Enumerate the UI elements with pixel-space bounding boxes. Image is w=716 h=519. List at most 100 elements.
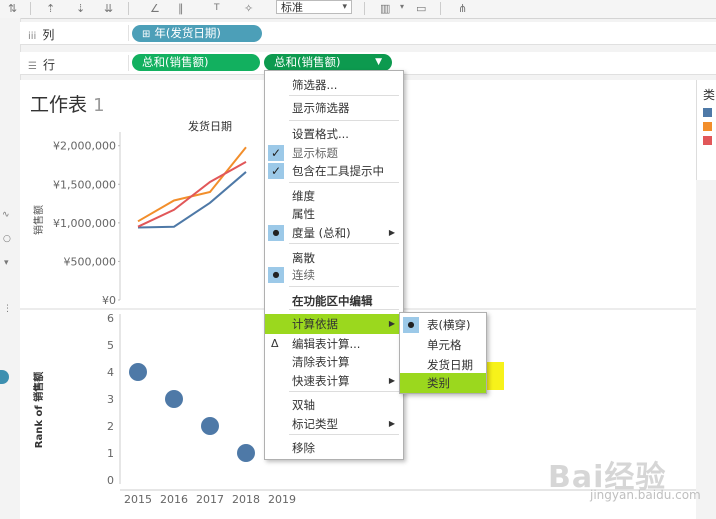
menu-item[interactable]: ● 表(横穿) xyxy=(400,315,486,335)
menu-item-label: 属性 xyxy=(292,207,315,221)
menu-item[interactable]: 维度 xyxy=(265,186,403,206)
menu-item[interactable]: 清除表计算 xyxy=(265,352,403,372)
columns-pill-label: 年(发货日期) xyxy=(154,26,221,40)
toolbar: ⇅ ⇡ ⇣ ⇊ ∠ ∥ T ✧ 标准 ▾ ▥ ▾ ▭ ⋔ xyxy=(0,0,716,19)
menu-separator xyxy=(289,95,399,96)
menu-item[interactable]: 显示筛选器 xyxy=(265,98,403,118)
menu-item-label: 移除 xyxy=(292,441,315,455)
x-tick-label: 2017 xyxy=(196,493,224,506)
chart-title: 发货日期 xyxy=(188,119,232,133)
sort-icon[interactable]: ⇊ xyxy=(104,2,113,15)
sort-desc-icon[interactable]: ⇣ xyxy=(76,2,85,15)
menu-item[interactable]: 属性 xyxy=(265,204,403,224)
columns-shelf: iii 列 ⊞ 年(发货日期) xyxy=(20,22,716,45)
columns-shelf-label: 列 xyxy=(42,28,55,42)
menu-item[interactable]: ✓ 包含在工具提示中 xyxy=(265,161,403,181)
shelf-divider xyxy=(128,55,129,71)
label-icon[interactable]: T xyxy=(214,3,220,13)
toolbar-divider xyxy=(128,2,129,15)
submenu-arrow-icon: ▶ xyxy=(388,228,395,237)
legend-swatch[interactable] xyxy=(703,108,712,117)
legend-swatch[interactable] xyxy=(703,136,712,145)
circle-icon[interactable]: ○ xyxy=(3,234,11,244)
submenu-arrow-icon: ▶ xyxy=(388,319,395,328)
series-line-1 xyxy=(137,146,247,223)
menu-item[interactable]: ● 度量 (总和) ▶ xyxy=(265,223,403,243)
dropdown-icon[interactable]: ▾ xyxy=(400,2,404,11)
menu-item-label: 单元格 xyxy=(427,338,462,352)
shelf-divider xyxy=(128,25,129,41)
menu-item-label: 表(横穿) xyxy=(427,318,471,332)
menu-item[interactable]: 移除 xyxy=(265,438,403,458)
grid-icon[interactable]: ⋮ xyxy=(3,304,12,314)
menu-item[interactable]: 设置格式... xyxy=(265,124,403,144)
rows-pill-label: 总和(销售额) xyxy=(274,55,341,69)
highlight-icon[interactable]: ∠ xyxy=(150,2,160,15)
menu-item-label: 包含在工具提示中 xyxy=(292,164,384,178)
menu-item[interactable]: ✓ 显示标题 xyxy=(265,143,403,163)
menu-item[interactable]: 筛选器... xyxy=(265,75,403,95)
chevron-down-icon: ▾ xyxy=(342,2,347,12)
columns-pill-year[interactable]: ⊞ 年(发货日期) xyxy=(132,25,262,42)
menu-item[interactable]: 双轴 xyxy=(265,395,403,415)
rank-y-axis-label: Rank of 销售额 xyxy=(32,372,45,448)
rank-y-tick-label: 0 xyxy=(107,474,114,487)
menu-item[interactable]: 计算依据 ▶ xyxy=(265,314,403,334)
toolbar-divider xyxy=(30,2,31,15)
legend-title: 类 xyxy=(703,88,716,102)
menu-item[interactable]: ● 连续 xyxy=(265,265,403,285)
watermark-url: jingyan.baidu.com xyxy=(590,488,701,502)
menu-item[interactable]: 快速表计算 ▶ xyxy=(265,371,403,391)
menu-separator xyxy=(289,120,399,121)
swap-icon[interactable]: ⇅ xyxy=(8,2,17,15)
sort-asc-icon[interactable]: ⇡ xyxy=(46,2,55,15)
rank-y-tick-label: 6 xyxy=(107,312,114,325)
legend-panel: 类 xyxy=(696,80,716,180)
y-tick-label: ¥1,500,000 xyxy=(53,178,116,191)
series-line-2 xyxy=(137,161,247,228)
menu-item-label: 维度 xyxy=(292,189,315,203)
radio-dot-icon: ● xyxy=(268,225,284,241)
rank-point-1 xyxy=(165,390,183,408)
menu-item[interactable]: 单元格 xyxy=(400,335,486,355)
plus-icon: ⊞ xyxy=(142,29,151,40)
legend-swatch[interactable] xyxy=(703,122,712,131)
menu-item[interactable]: 在功能区中编辑 xyxy=(265,291,403,311)
rank-point-3 xyxy=(237,444,255,462)
rows-pill-sum-sales-1[interactable]: 总和(销售额) xyxy=(132,54,260,71)
menu-item-label: 连续 xyxy=(292,268,315,282)
left-panel: ∿ ○ ▾ ⋮ xyxy=(0,18,21,519)
menu-item[interactable]: Δ 编辑表计算... xyxy=(265,334,403,354)
radio-dot-icon: ● xyxy=(268,267,284,283)
menu-item-label: 度量 (总和) xyxy=(292,226,351,240)
menu-separator xyxy=(289,243,399,244)
menu-item-label: 快速表计算 xyxy=(292,374,350,388)
menu-item-label: 编辑表计算... xyxy=(292,337,361,351)
share-icon[interactable]: ⋔ xyxy=(458,2,467,15)
y-tick-label: ¥2,000,000 xyxy=(53,140,116,153)
presentation-icon[interactable]: ▭ xyxy=(416,2,426,15)
fit-select[interactable]: 标准 ▾ xyxy=(276,0,352,14)
rank-y-tick-label: 4 xyxy=(107,366,114,379)
pin-icon[interactable]: ✧ xyxy=(244,2,253,15)
menu-item[interactable]: 标记类型 ▶ xyxy=(265,414,403,434)
menu-item[interactable]: 发货日期 xyxy=(400,355,486,375)
rank-y-tick-label: 2 xyxy=(107,420,114,433)
toolbar-divider xyxy=(440,2,441,15)
chevron-down-icon[interactable]: ▾ xyxy=(4,258,9,268)
menu-item-label: 清除表计算 xyxy=(292,355,350,369)
toolbar-divider xyxy=(364,2,365,15)
panel-toggle[interactable] xyxy=(0,370,9,384)
x-tick-label: 2015 xyxy=(124,493,152,506)
pill-dropdown-icon[interactable]: ▼ xyxy=(375,54,382,71)
x-tick-label: 2019 xyxy=(268,493,296,506)
menu-item[interactable]: 类别 xyxy=(400,373,486,393)
group-icon[interactable]: ∥ xyxy=(178,2,184,15)
wave-icon[interactable]: ∿ xyxy=(2,210,10,220)
chart-icon[interactable]: ▥ xyxy=(380,2,390,15)
menu-separator xyxy=(289,182,399,183)
rows-pill-sum-sales-2[interactable]: 总和(销售额) ▼ xyxy=(264,54,392,71)
rank-point-0 xyxy=(129,363,147,381)
menu-item-label: 标记类型 xyxy=(292,417,338,431)
rank-y-tick-label: 1 xyxy=(107,447,114,460)
